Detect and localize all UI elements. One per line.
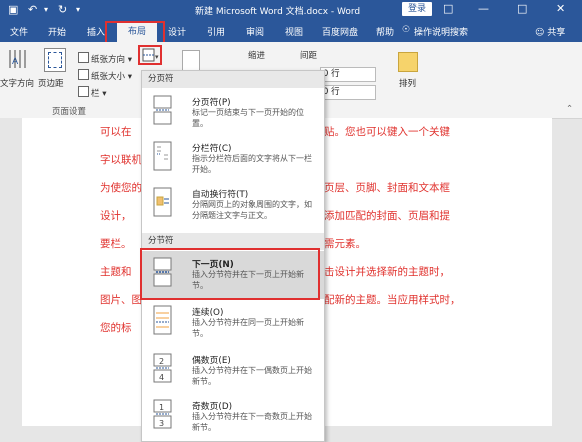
spacing-label: 间距 bbox=[300, 51, 318, 61]
menu-item-desc: 插入分节符并在同一页上开始新节。 bbox=[192, 318, 304, 338]
menu-item-desc: 分隔网页上的对象周围的文字，如分隔题注文字与正文。 bbox=[192, 200, 312, 220]
login-button[interactable]: 登录 bbox=[402, 2, 432, 16]
menu-section-page-breaks: 分页符 bbox=[142, 71, 324, 88]
doc-line-5-left: 要栏。 bbox=[100, 238, 132, 250]
tab-review[interactable]: 审阅 bbox=[246, 25, 264, 38]
highlight-layout-tab bbox=[105, 21, 165, 44]
ribbon-tabs: 文件 开始 插入 设计 引用 审阅 视图 百度网盘 帮助 ☉ 操作说明搜索 ☺ … bbox=[0, 20, 582, 42]
maximize-icon[interactable]: □ bbox=[517, 2, 527, 15]
menu-item-column-break[interactable]: 分栏符(C) 指示分栏符后面的文字将从下一栏开始。 bbox=[142, 135, 324, 181]
menu-item-desc: 插入分节符并在下一奇数页上开始新节。 bbox=[192, 412, 312, 432]
doc-line-4-right: 添加匹配的封面、页眉和提 bbox=[324, 210, 450, 222]
text-direction-icon[interactable]: A bbox=[6, 48, 28, 70]
doc-line-7-left: 图片、图 bbox=[100, 294, 142, 306]
doc-line-2-left: 字以联机 bbox=[100, 154, 142, 166]
orientation-button[interactable]: 纸张方向 ▾ bbox=[78, 52, 132, 65]
doc-line-3-right: 页层、页脚、封面和文本框 bbox=[324, 182, 450, 194]
columns-label: 栏 bbox=[91, 89, 100, 99]
collapse-ribbon-icon[interactable]: ⌃ bbox=[566, 104, 573, 114]
orientation-icon bbox=[78, 52, 89, 63]
size-button[interactable]: 纸张大小 ▾ bbox=[78, 69, 132, 82]
tab-baidu-netdisk[interactable]: 百度网盘 bbox=[322, 25, 358, 38]
odd-page-icon: 13 bbox=[153, 399, 172, 429]
continuous-icon bbox=[153, 305, 172, 335]
ribbon-display-icon[interactable]: □ bbox=[443, 2, 453, 15]
doc-line-8-left: 您的标 bbox=[100, 322, 132, 334]
text-wrapping-break-icon bbox=[153, 187, 172, 217]
spacing-after-input[interactable]: 0 行 bbox=[320, 85, 376, 100]
doc-line-4-left: 设计， bbox=[100, 210, 132, 222]
indent-label: 缩进 bbox=[248, 51, 266, 61]
svg-text:4: 4 bbox=[159, 373, 164, 382]
orientation-label: 纸张方向 bbox=[91, 55, 126, 65]
doc-line-6-left: 主题和 bbox=[100, 266, 132, 278]
margins-button[interactable]: 页边距 bbox=[38, 77, 64, 89]
redo-icon[interactable]: ↻ bbox=[58, 3, 67, 16]
undo-dropdown-icon[interactable]: ▾ bbox=[44, 5, 48, 14]
doc-line-3-left: 为使您的 bbox=[100, 182, 142, 194]
highlight-next-page bbox=[140, 248, 320, 300]
share-label: 共享 bbox=[547, 28, 566, 38]
svg-text:1: 1 bbox=[159, 403, 164, 412]
doc-line-1-left: 可以在 bbox=[100, 126, 132, 138]
even-page-icon: 24 bbox=[153, 353, 172, 383]
text-direction-button[interactable]: 文字方向 bbox=[0, 77, 34, 89]
svg-text:A: A bbox=[12, 57, 19, 67]
columns-button[interactable]: 栏 ▾ bbox=[78, 86, 106, 99]
lightbulb-icon: ☉ bbox=[402, 25, 411, 35]
tab-insert[interactable]: 插入 bbox=[87, 25, 105, 38]
tell-me-search[interactable]: 操作说明搜索 bbox=[414, 25, 468, 38]
tab-home[interactable]: 开始 bbox=[48, 25, 66, 38]
arrange-icon[interactable] bbox=[398, 52, 418, 72]
doc-line-5-right: 需元素。 bbox=[324, 238, 366, 250]
menu-item-page-break[interactable]: 分页符(P) 标记一页结束与下一页开始的位置。 bbox=[142, 89, 324, 135]
svg-text:3: 3 bbox=[159, 419, 164, 428]
menu-item-text-wrapping-break[interactable]: 自动换行符(T) 分隔网页上的对象周围的文字，如分隔题注文字与正文。 bbox=[142, 181, 324, 231]
tab-design[interactable]: 设计 bbox=[168, 25, 186, 38]
tab-view[interactable]: 视图 bbox=[285, 25, 303, 38]
window-title: 新建 Microsoft Word 文档.docx - Word bbox=[195, 7, 361, 17]
share-button[interactable]: ☺ 共享 bbox=[535, 25, 565, 38]
group-page-setup: 页面设置 bbox=[52, 107, 87, 117]
doc-line-1-right: 贴。您也可以键入一个关键 bbox=[324, 126, 450, 138]
customize-toolbar-icon[interactable]: ▾ bbox=[76, 5, 80, 14]
tab-help[interactable]: 帮助 bbox=[376, 25, 394, 38]
menu-item-desc: 指示分栏符后面的文字将从下一栏开始。 bbox=[192, 154, 312, 174]
size-icon bbox=[78, 69, 89, 80]
columns-icon bbox=[78, 86, 89, 97]
tab-file[interactable]: 文件 bbox=[10, 25, 28, 38]
doc-line-7-right: 配新的主题。当应用样式时， bbox=[324, 294, 461, 306]
arrange-button[interactable]: 排列 bbox=[399, 77, 416, 89]
person-icon: ☺ bbox=[535, 28, 545, 38]
close-icon[interactable]: ✕ bbox=[556, 2, 565, 15]
document-margin-area bbox=[0, 118, 22, 426]
highlight-breaks-button bbox=[138, 45, 162, 65]
menu-item-even-page[interactable]: 24 偶数页(E) 插入分节符并在下一偶数页上开始新节。 bbox=[142, 347, 324, 393]
undo-icon[interactable]: ↶ bbox=[28, 3, 37, 16]
size-label: 纸张大小 bbox=[91, 72, 126, 82]
menu-item-desc: 插入分节符并在下一偶数页上开始新节。 bbox=[192, 366, 312, 386]
column-break-icon bbox=[153, 141, 172, 171]
tab-references[interactable]: 引用 bbox=[207, 25, 225, 38]
menu-item-continuous[interactable]: 连续(O) 插入分节符并在同一页上开始新节。 bbox=[142, 299, 324, 347]
svg-text:2: 2 bbox=[159, 357, 164, 366]
menu-item-odd-page[interactable]: 13 奇数页(D) 插入分节符并在下一奇数页上开始新节。 bbox=[142, 393, 324, 439]
margins-icon[interactable] bbox=[44, 48, 66, 72]
title-bar: ▣ ↶ ▾ ↻ ▾ 新建 Microsoft Word 文档.docx - Wo… bbox=[0, 0, 582, 20]
save-icon[interactable]: ▣ bbox=[8, 3, 18, 16]
minimize-icon[interactable]: — bbox=[478, 2, 489, 15]
doc-line-6-right: 击设计并选择新的主题时， bbox=[324, 266, 450, 278]
menu-item-desc: 标记一页结束与下一页开始的位置。 bbox=[192, 108, 304, 128]
spacing-before-input[interactable]: 0 行 bbox=[320, 67, 376, 82]
page-break-icon bbox=[153, 95, 172, 125]
